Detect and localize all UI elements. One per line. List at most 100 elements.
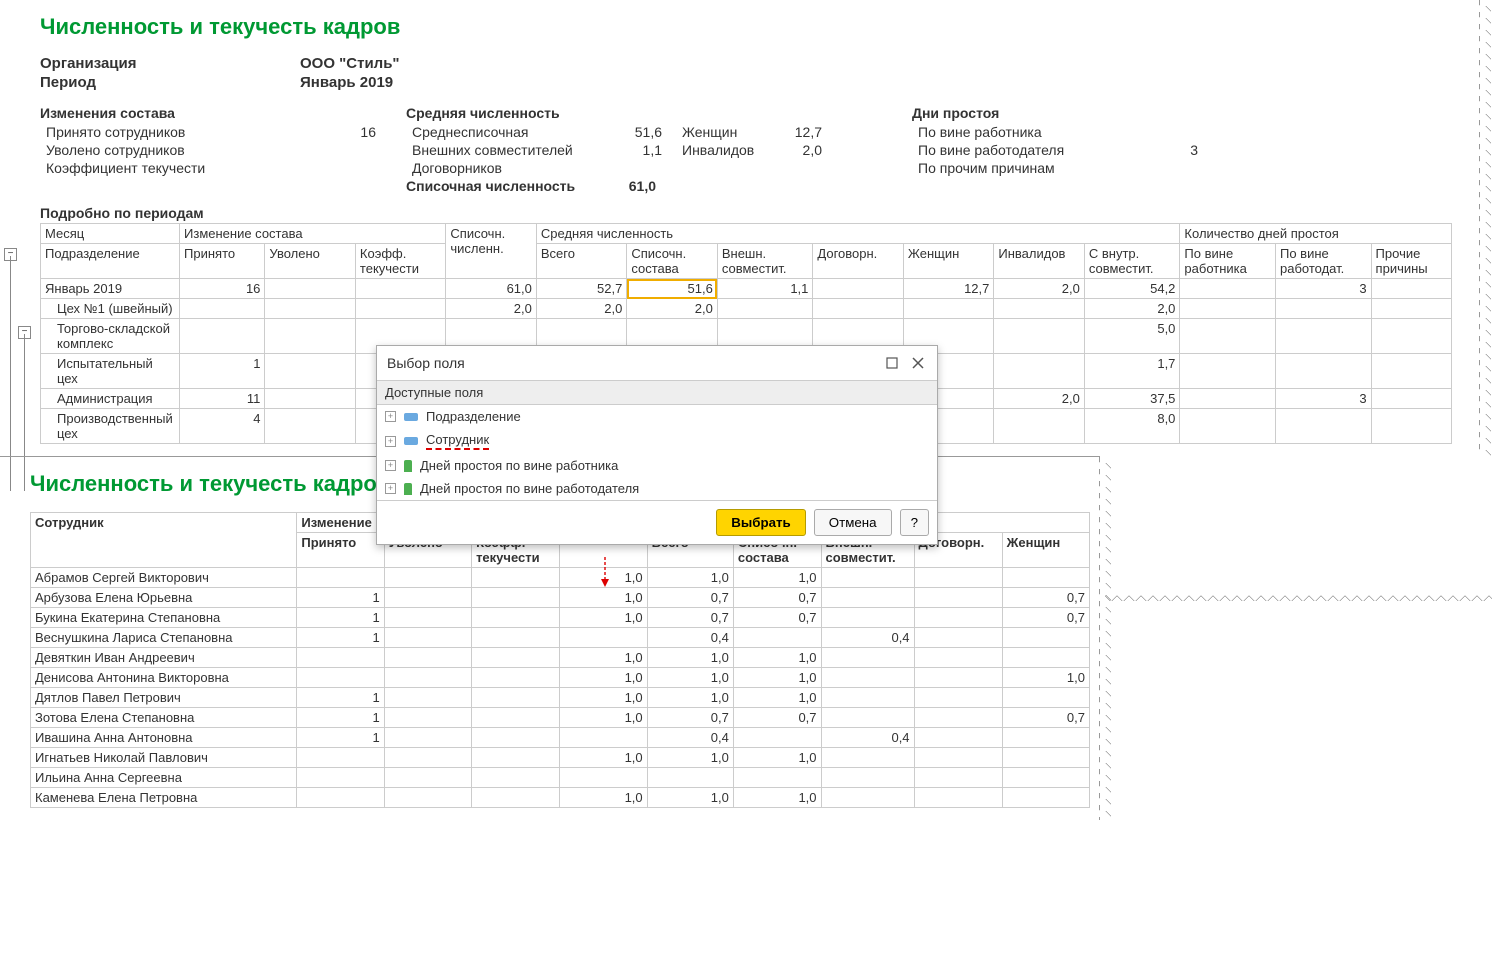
table-cell[interactable]	[914, 728, 1002, 748]
table-row[interactable]: Абрамов Сергей Викторович1,01,01,0	[31, 568, 1090, 588]
field-item[interactable]: +Дней простоя по вине работника	[377, 454, 937, 477]
table-cell[interactable]	[914, 768, 1002, 788]
table-cell[interactable]: 1,0	[647, 748, 733, 768]
table-cell[interactable]: 1,0	[560, 748, 648, 768]
table-cell[interactable]: Веснушкина Лариса Степановна	[31, 628, 297, 648]
table-cell[interactable]	[384, 728, 471, 748]
table-cell[interactable]	[180, 319, 265, 354]
field-item[interactable]: +Дней простоя по вине работодателя	[377, 477, 937, 500]
table-cell[interactable]: 0,4	[821, 728, 914, 748]
table-cell[interactable]	[384, 628, 471, 648]
table-cell[interactable]	[384, 708, 471, 728]
expand-icon[interactable]: +	[385, 436, 396, 447]
table-cell[interactable]	[384, 648, 471, 668]
table-cell[interactable]	[1275, 409, 1371, 444]
table-cell[interactable]	[994, 354, 1084, 389]
table-cell[interactable]	[813, 279, 903, 299]
table-cell[interactable]	[297, 668, 384, 688]
table-cell[interactable]	[384, 568, 471, 588]
table-cell[interactable]: 54,2	[1084, 279, 1180, 299]
table-cell[interactable]	[472, 768, 560, 788]
table-cell[interactable]: 0,7	[733, 708, 821, 728]
table-cell[interactable]	[472, 748, 560, 768]
table-cell[interactable]	[384, 668, 471, 688]
table-cell[interactable]	[821, 648, 914, 668]
table-cell[interactable]: Цех №1 (швейный)	[41, 299, 180, 319]
table-cell[interactable]: 1,0	[647, 688, 733, 708]
table-cell[interactable]	[1002, 728, 1089, 748]
table-cell[interactable]: 1	[297, 688, 384, 708]
table-cell[interactable]	[265, 409, 355, 444]
help-button[interactable]: ?	[900, 509, 929, 536]
table-cell[interactable]: 1	[180, 354, 265, 389]
table-cell[interactable]	[903, 299, 993, 319]
cancel-button[interactable]: Отмена	[814, 509, 892, 536]
table-cell[interactable]: Каменева Елена Петровна	[31, 788, 297, 808]
table-cell[interactable]: Январь 2019	[41, 279, 180, 299]
table-cell[interactable]	[384, 688, 471, 708]
table-cell[interactable]	[914, 688, 1002, 708]
table-cell[interactable]: 1,0	[733, 668, 821, 688]
table-cell[interactable]: Зотова Елена Степановна	[31, 708, 297, 728]
table-cell[interactable]	[297, 788, 384, 808]
table-cell[interactable]	[821, 668, 914, 688]
table-cell[interactable]: 1,0	[560, 688, 648, 708]
table-cell[interactable]: 12,7	[903, 279, 993, 299]
table-cell[interactable]: 1,0	[647, 788, 733, 808]
table-row[interactable]: Игнатьев Николай Павлович1,01,01,0	[31, 748, 1090, 768]
table-cell[interactable]: 0,4	[647, 728, 733, 748]
table-cell[interactable]: 1,0	[733, 648, 821, 668]
table-cell[interactable]	[914, 748, 1002, 768]
table-cell[interactable]	[821, 768, 914, 788]
table-cell[interactable]	[1371, 319, 1451, 354]
table-cell[interactable]	[813, 299, 903, 319]
table-cell[interactable]	[472, 648, 560, 668]
table-cell[interactable]	[560, 628, 648, 648]
table-cell[interactable]	[384, 608, 471, 628]
table-cell[interactable]: 1	[297, 728, 384, 748]
table-cell[interactable]: 61,0	[446, 279, 536, 299]
table-row[interactable]: Веснушкина Лариса Степановна10,40,4	[31, 628, 1090, 648]
table-cell[interactable]	[384, 588, 471, 608]
table-cell[interactable]	[265, 389, 355, 409]
table-cell[interactable]: 2,0	[994, 279, 1084, 299]
table-cell[interactable]	[1371, 354, 1451, 389]
table-cell[interactable]	[821, 708, 914, 728]
table-cell[interactable]: 1,0	[560, 608, 648, 628]
table-cell[interactable]	[297, 768, 384, 788]
table-cell[interactable]	[821, 608, 914, 628]
table-cell[interactable]: 0,7	[647, 608, 733, 628]
table-cell[interactable]: 0,7	[647, 708, 733, 728]
table-cell[interactable]	[733, 628, 821, 648]
table-cell[interactable]	[560, 768, 648, 788]
table-cell[interactable]: Торгово-складской комплекс	[41, 319, 180, 354]
table-cell[interactable]: 1	[297, 588, 384, 608]
table-cell[interactable]: Производственный цех	[41, 409, 180, 444]
table-cell[interactable]	[265, 279, 355, 299]
table-cell[interactable]	[384, 788, 471, 808]
table-cell[interactable]: 1,0	[560, 588, 648, 608]
table-cell[interactable]	[994, 299, 1084, 319]
table-cell[interactable]: 1,0	[560, 788, 648, 808]
table-row[interactable]: Каменева Елена Петровна1,01,01,0	[31, 788, 1090, 808]
table-cell[interactable]: 2,0	[1084, 299, 1180, 319]
table-cell[interactable]	[472, 608, 560, 628]
table-cell[interactable]: 1,0	[733, 748, 821, 768]
table-cell[interactable]: Абрамов Сергей Викторович	[31, 568, 297, 588]
table-cell[interactable]	[472, 728, 560, 748]
table-cell[interactable]	[994, 409, 1084, 444]
field-item[interactable]: +Подразделение	[377, 405, 937, 428]
table-cell[interactable]: 1,0	[733, 568, 821, 588]
table-row[interactable]: Ивашина Анна Антоновна10,40,4	[31, 728, 1090, 748]
expand-icon[interactable]: +	[385, 411, 396, 422]
table-row[interactable]: Арбузова Елена Юрьевна11,00,70,70,7	[31, 588, 1090, 608]
table-cell[interactable]: Испытательный цех	[41, 354, 180, 389]
table-cell[interactable]: 37,5	[1084, 389, 1180, 409]
table-cell[interactable]: 1	[297, 708, 384, 728]
table-cell[interactable]: Ильина Анна Сергеевна	[31, 768, 297, 788]
table-cell[interactable]: 1,0	[560, 648, 648, 668]
table-cell[interactable]: 2,0	[627, 299, 717, 319]
table-cell[interactable]: 1,7	[1084, 354, 1180, 389]
table-cell[interactable]	[297, 568, 384, 588]
table-cell[interactable]	[914, 568, 1002, 588]
